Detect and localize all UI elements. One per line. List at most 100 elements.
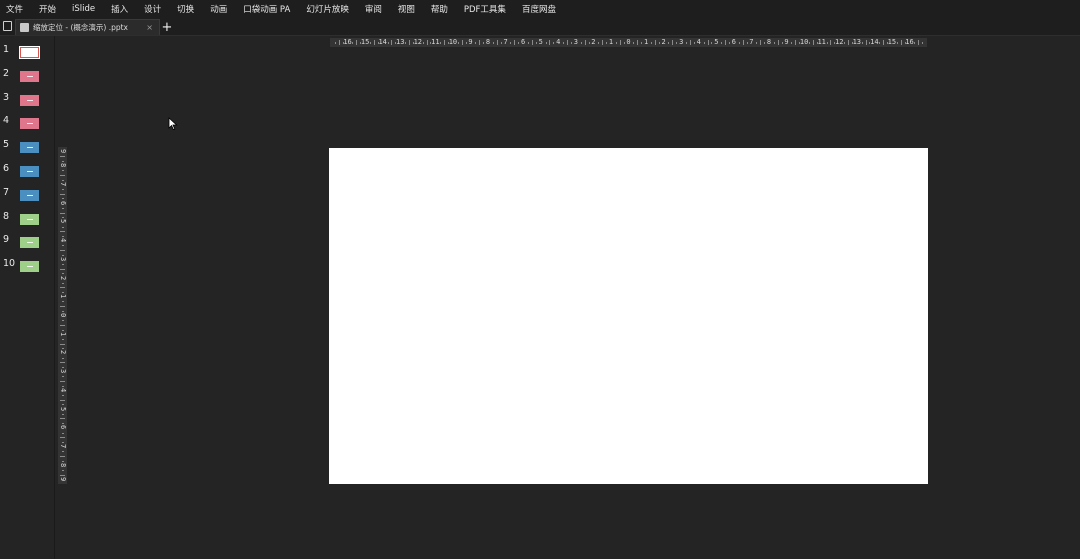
ruler-tick bbox=[738, 42, 740, 44]
ruler-tick bbox=[60, 474, 65, 476]
slide-preview[interactable] bbox=[20, 261, 39, 273]
menu-item[interactable]: 视图 bbox=[398, 3, 415, 15]
ruler-tick bbox=[633, 42, 635, 44]
ruler-tick bbox=[62, 282, 64, 284]
menu-item[interactable]: 幻灯片放映 bbox=[306, 3, 349, 15]
close-icon[interactable]: × bbox=[146, 23, 153, 32]
slide-thumbnail[interactable]: 6 bbox=[0, 163, 54, 183]
ruler-tick bbox=[391, 40, 393, 45]
slide-number: 9 bbox=[3, 234, 10, 246]
ruler-tick bbox=[791, 42, 793, 44]
slide-thumbnail[interactable]: 7 bbox=[0, 187, 54, 207]
slide-preview[interactable] bbox=[20, 118, 39, 130]
ruler-tick bbox=[60, 175, 65, 177]
slide-preview[interactable] bbox=[20, 213, 39, 225]
slide-canvas[interactable] bbox=[329, 148, 928, 484]
menu-item[interactable]: iSlide bbox=[72, 4, 95, 14]
menu-item[interactable]: 文件 bbox=[6, 3, 23, 15]
ruler-tick bbox=[570, 42, 572, 44]
new-tab-button[interactable]: + bbox=[160, 19, 174, 35]
ruler-tick bbox=[377, 42, 379, 44]
slide-preview[interactable] bbox=[20, 237, 39, 249]
ruler-label: 10 bbox=[448, 38, 458, 46]
menu-item[interactable]: PDF工具集 bbox=[464, 3, 506, 15]
ruler-label: 1 bbox=[643, 38, 649, 46]
ruler-label: 16 bbox=[343, 38, 352, 46]
ruler-tick bbox=[896, 42, 898, 44]
slide-thumbnail[interactable]: 2 bbox=[0, 68, 54, 88]
ruler-tick bbox=[461, 40, 463, 45]
slide-preview-mark bbox=[26, 218, 33, 220]
slide-thumbnail[interactable]: 1 bbox=[0, 44, 54, 64]
ruler-label: 6 bbox=[59, 200, 67, 205]
ruler-tick bbox=[650, 42, 652, 44]
ruler-label: 16 bbox=[905, 38, 914, 46]
menu-item[interactable]: 动画 bbox=[210, 3, 227, 15]
ruler-tick bbox=[62, 423, 64, 425]
slide-preview[interactable] bbox=[20, 166, 39, 177]
menu-item[interactable]: 百度网盘 bbox=[522, 3, 556, 15]
ruler-tick bbox=[883, 40, 885, 45]
ruler-tick bbox=[535, 42, 537, 44]
ruler-label: 2 bbox=[59, 275, 67, 280]
document-tab-title: 缩放定位 - (概念演示) .pptx bbox=[33, 23, 128, 32]
ruler-label: 14 bbox=[378, 38, 387, 46]
slide-preview[interactable] bbox=[19, 46, 40, 59]
ruler-tick bbox=[672, 40, 674, 45]
ruler-tick bbox=[887, 42, 888, 44]
document-tab[interactable]: 缩放定位 - (概念演示) .pptx × bbox=[15, 19, 160, 35]
ruler-tick bbox=[60, 324, 65, 326]
menu-item[interactable]: 审阅 bbox=[365, 3, 382, 15]
slide-thumbnail[interactable]: 9 bbox=[0, 234, 54, 254]
slide-thumbnail[interactable]: 3 bbox=[0, 92, 54, 112]
menu-item[interactable]: 设计 bbox=[144, 3, 161, 15]
slide-number: 8 bbox=[3, 210, 10, 222]
ruler-tick bbox=[711, 42, 713, 44]
menu-item[interactable]: 口袋动画 PA bbox=[243, 3, 290, 15]
slide-thumbnail[interactable]: 10 bbox=[0, 258, 54, 278]
ruler-label: 1 bbox=[59, 294, 67, 299]
ruler-tick bbox=[62, 217, 64, 219]
ruler-tick bbox=[602, 40, 604, 45]
ruler-tick bbox=[861, 42, 863, 44]
ruler-tick bbox=[448, 42, 450, 44]
ruler-tick bbox=[395, 42, 397, 44]
ruler-tick bbox=[60, 268, 65, 270]
slide-preview-mark bbox=[26, 194, 33, 196]
slide-preview[interactable] bbox=[20, 142, 39, 154]
ruler-label: 2 bbox=[591, 38, 596, 46]
ruler-tick bbox=[483, 42, 485, 44]
ruler-label: 3 bbox=[679, 38, 684, 46]
ruler-label: 7 bbox=[59, 181, 67, 187]
ruler-tick bbox=[430, 42, 432, 44]
slide-thumbnail[interactable]: 8 bbox=[0, 211, 54, 231]
ruler-label: 8 bbox=[766, 38, 772, 46]
ruler-tick bbox=[918, 40, 920, 45]
ruler-tick bbox=[62, 404, 64, 406]
ruler-tick bbox=[62, 469, 64, 471]
menu-item[interactable]: 插入 bbox=[111, 3, 128, 15]
menu-item[interactable]: 帮助 bbox=[431, 3, 448, 15]
ruler-label: 4 bbox=[59, 238, 67, 243]
slide-preview[interactable] bbox=[20, 94, 39, 106]
ruler-tick bbox=[409, 40, 410, 45]
ruler-label: 5 bbox=[59, 406, 67, 411]
menu-item[interactable]: 开始 bbox=[39, 3, 56, 15]
ruler-tick bbox=[563, 42, 565, 44]
slide-thumbnail-panel[interactable]: 1 2 3 4 5 6 7 8 9 10 bbox=[0, 36, 55, 559]
ruler-tick bbox=[62, 301, 64, 303]
ruler-label: 8 bbox=[485, 38, 491, 46]
menu-item[interactable]: 切换 bbox=[177, 3, 194, 15]
slide-thumbnail[interactable]: 4 bbox=[0, 115, 54, 135]
slide-preview-mark bbox=[26, 75, 33, 77]
ruler-label: 3 bbox=[59, 256, 67, 262]
ruler-tick bbox=[742, 40, 744, 45]
file-icon[interactable] bbox=[3, 21, 12, 31]
ruler-tick bbox=[62, 432, 64, 434]
ruler-tick bbox=[60, 212, 65, 214]
ruler-tick bbox=[360, 42, 362, 44]
slide-preview[interactable] bbox=[20, 70, 39, 82]
slide-thumbnail[interactable]: 5 bbox=[0, 139, 54, 159]
ruler-tick bbox=[62, 245, 64, 247]
slide-preview[interactable] bbox=[20, 189, 39, 201]
